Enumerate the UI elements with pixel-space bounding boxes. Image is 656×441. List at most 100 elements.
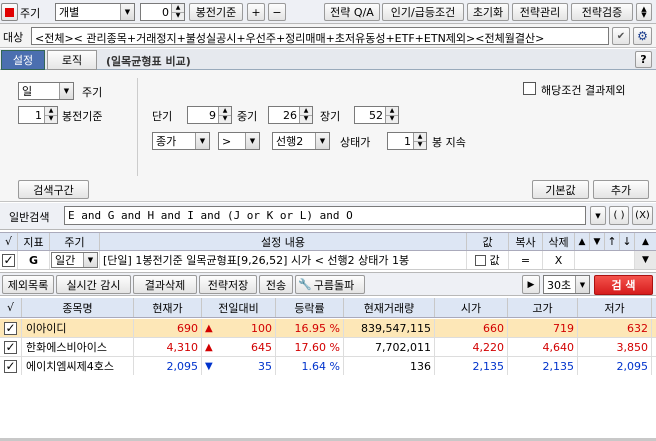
realtime-watch-button[interactable]: 실시간 감시 [56, 275, 131, 294]
chevron-down-icon: ▼ [83, 253, 97, 267]
play-button[interactable]: ▶ [522, 275, 540, 294]
row-checkbox[interactable]: ✓ [4, 321, 17, 335]
settings-period-select[interactable]: 일 ▼ [18, 82, 74, 100]
spin-up-icon[interactable]: ▲ [414, 133, 426, 141]
table-row[interactable]: ✓ 한화에스비아이스 4,310 ▲ 645 17.60 % 7,702,011 4,220 4… [0, 338, 656, 357]
res-col-rate[interactable]: 등락률 [276, 298, 344, 317]
table-row[interactable]: ✓ 이아이디 690 ▲ 100 16.95 % 839,547,115 660 719 632 [0, 319, 656, 338]
spin-up-icon[interactable]: ▲ [172, 4, 184, 12]
add-button[interactable]: 추가 [593, 180, 649, 199]
mid-stepper[interactable]: 26 ▲ ▼ [268, 106, 313, 124]
cell-volume: 136 [344, 357, 435, 375]
move-bottom-icon[interactable]: ▼ [590, 233, 605, 250]
cell-high: 719 [508, 319, 578, 337]
cond-delete-button[interactable]: X [543, 251, 575, 269]
cell-rate: 16.95 % [276, 319, 344, 337]
table-row[interactable]: ✓ 에이치엠씨제4호스 2,095 ▼ 35 1.64 % 136 2,135 2,135 2,0… [0, 357, 656, 376]
settings-bong-stepper[interactable]: 1 ▲ ▼ [18, 106, 58, 124]
spin-down-icon[interactable]: ▼ [300, 114, 312, 124]
persist-stepper[interactable]: 1 ▲ ▼ [387, 132, 427, 150]
cond-value-checkbox[interactable] [475, 254, 487, 266]
operator-select[interactable]: > ▼ [218, 132, 260, 150]
cell-change-value: 645 [251, 340, 272, 354]
strategy-qa-button[interactable]: 전략 Q/A [324, 3, 380, 21]
period-select[interactable]: 개별 ▼ [55, 3, 135, 21]
col-period: 주기 [50, 233, 100, 250]
wrench-icon: 🔧 [298, 278, 312, 291]
strategy-save-button[interactable]: 전략저장 [199, 275, 257, 294]
field2-select[interactable]: 선행2 ▼ [272, 132, 330, 150]
short-stepper[interactable]: 9 ▲ ▼ [187, 106, 232, 124]
search-range-button[interactable]: 검색구간 [18, 180, 89, 199]
res-col-open[interactable]: 시가 [435, 298, 508, 317]
long-label: 장기 [320, 110, 341, 123]
cond-period-select[interactable]: 일간 ▼ [51, 252, 98, 268]
bongjeon-button[interactable]: 봉전기준 [189, 3, 243, 21]
chevron-down-icon: ▼ [575, 276, 589, 293]
spin-down-icon[interactable]: ▼ [414, 140, 426, 150]
cond-row-checkbox[interactable]: ✓ [2, 253, 15, 267]
cloud-breakout-button[interactable]: 🔧 구름돌파 [295, 275, 365, 294]
target-field[interactable]: <전체>< 관리종목+거래정지+불성실공시+우선주+정리매매+초저유동성+ETF… [31, 27, 609, 45]
res-col-price[interactable]: 현재가 [134, 298, 202, 317]
reset-button[interactable]: 초기화 [467, 3, 509, 21]
scroll-down-icon[interactable]: ▼ [635, 251, 656, 269]
res-col-high[interactable]: 고가 [508, 298, 578, 317]
red-flag-icon [5, 7, 14, 17]
chevron-down-icon: ▼ [120, 4, 134, 20]
cell-change-value: 35 [258, 359, 272, 373]
long-stepper[interactable]: 52 ▲ ▼ [354, 106, 399, 124]
col-delete: 삭제 [543, 233, 575, 250]
tab-settings[interactable]: 설정 [1, 50, 45, 70]
res-col-change[interactable]: 전일대비 [202, 298, 276, 317]
spin-down-icon[interactable]: ▼ [219, 114, 231, 124]
col-check: √ [0, 233, 18, 250]
formula-dropdown-button[interactable]: ▼ [590, 206, 606, 225]
exclude-list-button[interactable]: 제외목록 [2, 275, 54, 294]
exclude-checkbox[interactable] [523, 82, 536, 95]
cond-table-row[interactable]: ✓ G 일간 ▼ [단일] 1봉전기준 일목균형표[9,26,52] 시가 < 선… [0, 251, 656, 270]
row-checkbox[interactable]: ✓ [4, 340, 17, 354]
default-button[interactable]: 기본값 [532, 180, 589, 199]
count-stepper[interactable]: 0 ▲ ▼ [140, 3, 185, 21]
res-col-volume[interactable]: 현재거래량 [344, 298, 435, 317]
cond-copy-button[interactable]: = [509, 251, 543, 269]
help-button[interactable]: ? [635, 51, 652, 68]
col-value: 값 [467, 233, 509, 250]
col-indicator: 지표 [18, 233, 50, 250]
tab-logic[interactable]: 로직 [47, 50, 97, 70]
move-top-icon[interactable]: ▲ [575, 233, 590, 250]
popular-conditions-button[interactable]: 인기/급등조건 [382, 3, 464, 21]
col-copy: 복사 [509, 233, 543, 250]
result-delete-button[interactable]: 결과삭제 [133, 275, 197, 294]
updown-scroll-button[interactable]: ▲ ▼ [636, 3, 652, 21]
row-checkbox[interactable]: ✓ [4, 359, 17, 373]
plus-button[interactable]: + [247, 3, 265, 21]
scroll-up-icon[interactable]: ▲ [635, 233, 656, 250]
move-down-icon[interactable]: ↓ [620, 233, 635, 250]
minus-button[interactable]: − [268, 3, 286, 21]
interval-select[interactable]: 30초 ▼ [543, 275, 590, 294]
general-formula-input[interactable]: E and G and H and I and (J or K or L) an… [64, 206, 586, 225]
search-button[interactable]: 검 색 [594, 275, 653, 295]
spin-up-icon[interactable]: ▲ [219, 107, 231, 115]
move-up-icon[interactable]: ↑ [605, 233, 620, 250]
strategy-verify-button[interactable]: 전략검증 [571, 3, 633, 21]
spin-down-icon[interactable]: ▼ [45, 114, 57, 124]
spin-up-icon[interactable]: ▲ [300, 107, 312, 115]
res-col-low[interactable]: 저가 [578, 298, 652, 317]
clear-button[interactable]: (X) [632, 206, 653, 225]
settings-icon[interactable]: ⚙ [633, 27, 652, 45]
spin-down-icon[interactable]: ▼ [172, 11, 184, 21]
spin-down-icon[interactable]: ▼ [386, 114, 398, 124]
res-col-name[interactable]: 종목명 [22, 298, 134, 317]
spin-up-icon[interactable]: ▲ [386, 107, 398, 115]
strategy-manage-button[interactable]: 전략관리 [512, 3, 568, 21]
spin-up-icon[interactable]: ▲ [45, 107, 57, 115]
field1-select[interactable]: 종가 ▼ [152, 132, 210, 150]
check-icon[interactable]: ✔ [612, 27, 630, 45]
cond-content: [단일] 1봉전기준 일목균형표[9,26,52] 시가 < 선행2 상태가 1… [100, 251, 467, 269]
paren-button[interactable]: ( ) [609, 206, 629, 225]
send-button[interactable]: 전송 [259, 275, 293, 294]
toolbar-menu-button[interactable] [1, 3, 18, 21]
